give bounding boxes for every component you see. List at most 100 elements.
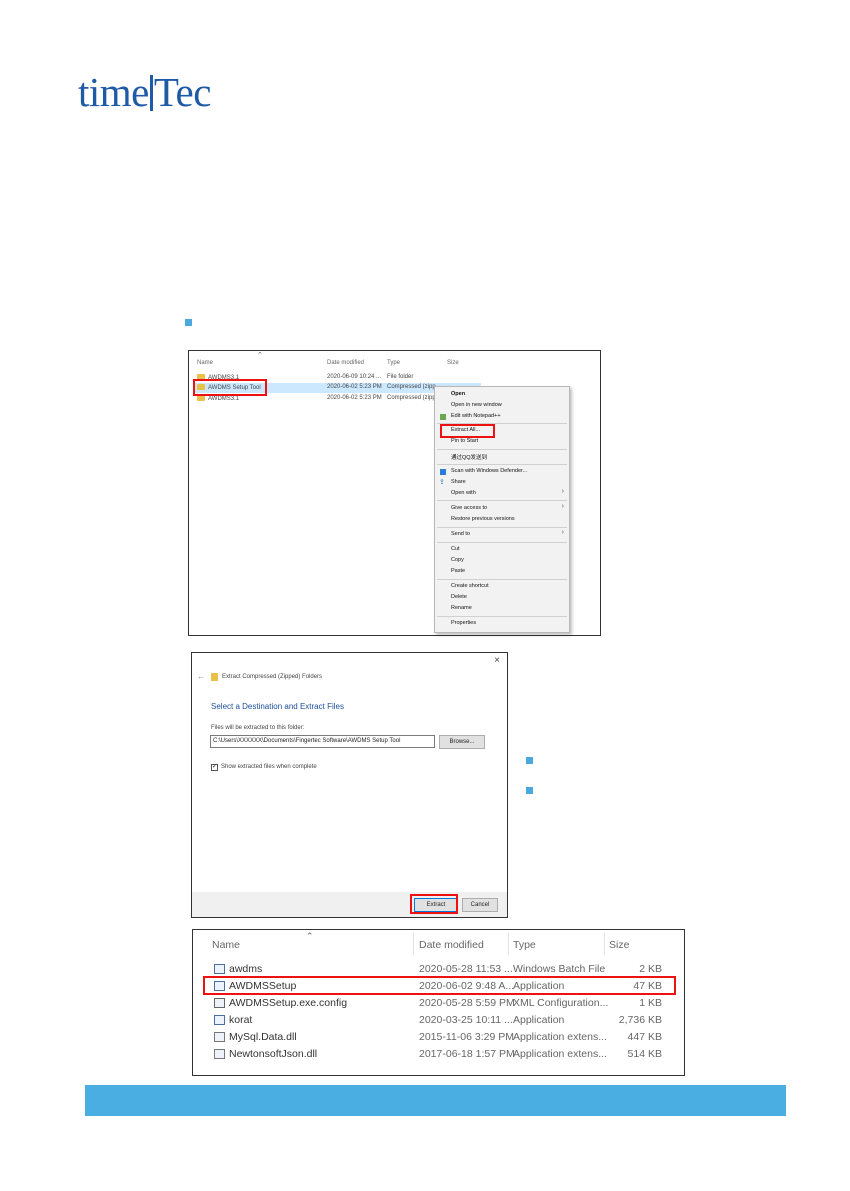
file-size: 1 KB <box>639 997 662 1009</box>
share-icon: ⇪ <box>439 479 445 486</box>
file-name[interactable]: MySql.Data.dll <box>229 1031 297 1043</box>
file-type: Compressed (zipp... <box>387 395 441 401</box>
bullet-marker <box>526 757 533 764</box>
menu-item-delete[interactable]: Delete <box>451 594 467 600</box>
menu-item-open-new-window[interactable]: Open in new window <box>451 402 502 408</box>
dll-file-icon <box>214 1049 225 1059</box>
menu-item-scan-defender[interactable]: Scan with Windows Defender... <box>451 468 527 474</box>
menu-item-open[interactable]: Open <box>451 391 465 397</box>
file-date: 2020-05-28 5:59 PM <box>419 997 515 1009</box>
file-size: 2 KB <box>639 963 662 975</box>
file-name[interactable]: awdms <box>229 963 262 975</box>
show-files-checkbox[interactable]: ✓ <box>211 764 218 771</box>
explorer-screenshot-2: ⌃ Name Date modified Type Size awdms 202… <box>192 929 685 1076</box>
file-date: 2020-06-09 10:24 ... <box>327 374 382 380</box>
extract-dialog: × ← Extract Compressed (Zipped) Folders … <box>191 652 508 918</box>
file-size: 447 KB <box>627 1031 662 1043</box>
file-type: Windows Batch File <box>513 963 606 975</box>
file-type: Compressed (zipp... <box>387 384 441 390</box>
col-header-name[interactable]: Name <box>197 360 213 366</box>
menu-separator <box>437 616 567 617</box>
menu-item-rename[interactable]: Rename <box>451 605 472 611</box>
file-date: 2020-03-25 10:11 ... <box>419 1014 513 1026</box>
logo-text-tec: Tec <box>153 69 212 115</box>
config-file-icon <box>214 998 225 1008</box>
file-type: Application extens... <box>513 1048 607 1060</box>
menu-item-qq-send[interactable]: 通过QQ发送到 <box>451 453 487 461</box>
file-type: XML Configuration... <box>513 997 609 1009</box>
highlight-box-extract <box>410 894 458 914</box>
destination-path-input[interactable]: C:\Users\XXXXXX\Documents\Fingertec Soft… <box>210 735 435 748</box>
menu-item-paste[interactable]: Paste <box>451 568 465 574</box>
file-row[interactable]: AWDMS3.1 <box>197 395 239 402</box>
menu-separator <box>437 527 567 528</box>
menu-item-cut[interactable]: Cut <box>451 546 460 552</box>
dialog-title: Extract Compressed (Zipped) Folders <box>222 674 323 680</box>
logo-text-time: time <box>78 69 149 115</box>
back-arrow-icon[interactable]: ← <box>197 672 205 681</box>
notepad-icon <box>440 414 446 420</box>
menu-separator <box>437 500 567 501</box>
destination-label: Files will be extracted to this folder: <box>211 725 305 731</box>
close-icon[interactable]: × <box>494 655 500 666</box>
sort-caret-icon: ⌃ <box>306 931 314 941</box>
menu-separator <box>437 542 567 543</box>
dll-file-icon <box>214 1032 225 1042</box>
menu-item-copy[interactable]: Copy <box>451 557 464 563</box>
column-divider <box>413 933 414 955</box>
menu-item-properties[interactable]: Properties <box>451 620 476 626</box>
col-header-type[interactable]: Type <box>387 360 400 366</box>
highlight-box-extract-all <box>440 424 495 438</box>
highlight-box-setup-tool <box>193 379 267 396</box>
col-header-date[interactable]: Date modified <box>327 360 364 366</box>
file-date: 2015-11-06 3:29 PM <box>419 1031 514 1043</box>
cancel-button[interactable]: Cancel <box>462 898 498 912</box>
file-name[interactable]: korat <box>229 1014 252 1026</box>
file-type: Application extens... <box>513 1031 607 1043</box>
menu-separator <box>437 464 567 465</box>
menu-item-pin-to-start[interactable]: Pin to Start <box>451 438 478 444</box>
menu-separator <box>437 449 567 450</box>
column-divider <box>604 933 605 955</box>
menu-item-open-with[interactable]: Open with <box>451 490 476 496</box>
dialog-footer: Extract Cancel <box>192 892 507 917</box>
col-header-date[interactable]: Date modified <box>419 939 484 951</box>
destination-path-text: C:\Users\XXXXXX\Documents\Fingertec Soft… <box>213 738 401 744</box>
file-date: 2020-06-02 5:23 PM <box>327 384 382 390</box>
file-type: File folder <box>387 374 414 380</box>
chevron-right-icon: › <box>561 529 564 536</box>
menu-item-give-access[interactable]: Give access to <box>451 505 487 511</box>
col-header-name[interactable]: Name <box>212 939 240 951</box>
menu-item-send-to[interactable]: Send to <box>451 531 470 537</box>
file-size: 2,736 KB <box>618 1014 662 1026</box>
zip-folder-icon <box>211 673 218 681</box>
sort-caret-icon: ⌃ <box>257 352 263 359</box>
checkbox-label: Show extracted files when complete <box>221 764 317 770</box>
bullet-marker <box>526 787 533 794</box>
col-header-type[interactable]: Type <box>513 939 536 951</box>
bullet-marker <box>185 319 192 326</box>
dialog-heading: Select a Destination and Extract Files <box>211 702 344 711</box>
batch-file-icon <box>214 964 225 974</box>
file-size: 514 KB <box>627 1048 662 1060</box>
file-name[interactable]: AWDMSSetup.exe.config <box>229 997 347 1009</box>
highlight-box-awdmssetup <box>203 976 676 995</box>
chevron-right-icon: › <box>561 503 564 510</box>
menu-item-share[interactable]: Share <box>451 479 466 485</box>
timetec-logo: time Tec <box>78 72 211 113</box>
file-date: 2020-05-28 11:53 ... <box>419 963 513 975</box>
application-icon <box>214 1015 225 1025</box>
file-name[interactable]: NewtonsoftJson.dll <box>229 1048 317 1060</box>
browse-button[interactable]: Browse... <box>439 735 485 749</box>
col-header-size[interactable]: Size <box>609 939 629 951</box>
chevron-right-icon: › <box>561 488 564 495</box>
menu-item-notepad[interactable]: Edit with Notepad++ <box>451 413 501 419</box>
logo-bar <box>149 75 153 111</box>
col-header-size[interactable]: Size <box>447 360 459 366</box>
file-type: Application <box>513 1014 565 1026</box>
menu-separator <box>437 579 567 580</box>
footer-bar <box>85 1085 786 1116</box>
menu-item-restore-versions[interactable]: Restore previous versions <box>451 516 515 522</box>
menu-item-create-shortcut[interactable]: Create shortcut <box>451 583 489 589</box>
file-date: 2020-06-02 5:23 PM <box>327 395 382 401</box>
